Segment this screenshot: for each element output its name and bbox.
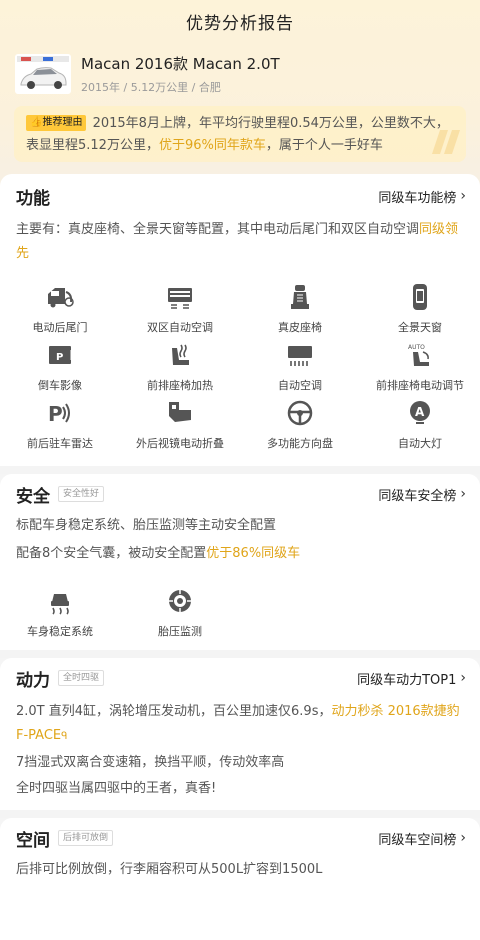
feature-label: 胎压监测	[158, 625, 202, 638]
recommend-reason: 👍推荐理由 2015年8月上牌，年平均行驶里程0.54万公里，公里数不大，表显里…	[14, 106, 466, 162]
feature-item[interactable]: 外后视镜电动折叠	[120, 398, 240, 456]
svg-text:AUTO: AUTO	[408, 344, 425, 351]
feature-label: 自动空调	[278, 379, 322, 392]
power-line2: 7挡湿式双离合变速箱，换挡平顺，传动效率高	[16, 755, 285, 770]
feature-label: 自动大灯	[398, 437, 442, 450]
safety-desc: 标配车身稳定系统、胎压监测等主动安全配置 配备8个安全气囊，被动安全配置优于86…	[16, 514, 464, 566]
feature-item[interactable]: P 倒车影像	[0, 340, 120, 398]
feature-item[interactable]: 全景天窗	[360, 282, 480, 340]
function-card: 功能 同级车功能榜 › 主要有：真皮座椅、全景天窗等配置，其中电动后尾门和双区自动…	[0, 174, 480, 466]
mirror-fold-icon	[169, 402, 191, 422]
feature-item[interactable]: 胎压监测	[120, 586, 240, 644]
function-rank-label: 同级车功能榜	[378, 190, 457, 206]
page-title: 优势分析报告	[186, 13, 294, 34]
power-desc: 2.0T 直列4缸，涡轮增压发动机，百公里加速仅6.9s，动力秒杀 2016款捷…	[16, 700, 464, 801]
decoration-icon	[432, 130, 460, 154]
steering-wheel-icon	[287, 400, 313, 426]
auto-ac-icon	[288, 346, 312, 366]
feature-label: 电动后尾门	[32, 321, 88, 334]
feature-label: 双区自动空调	[147, 321, 213, 334]
power-seat-icon: AUTO	[408, 344, 429, 366]
feature-item[interactable]: P 前后驻车雷达	[0, 398, 120, 456]
search-icon[interactable]: ᑫ	[61, 731, 67, 742]
reverse-camera-icon: P	[49, 346, 72, 364]
car-meta: 2015年 / 5.12万公里 / 合肥	[81, 81, 221, 94]
function-desc-text: 主要有：真皮座椅、全景天窗等配置，其中电动后尾门和双区自动空调	[16, 222, 420, 237]
power-card: 动力 全时四驱 同级车动力TOP1 › 2.0T 直列4缸，涡轮增压发动机，百公里…	[0, 658, 480, 810]
svg-text:A: A	[415, 405, 425, 419]
feature-label: 前排座椅电动调节	[376, 379, 464, 392]
feature-label: 真皮座椅	[278, 321, 322, 334]
feature-item[interactable]: 前排座椅加热	[120, 340, 240, 398]
power-line1: 2.0T 直列4缸，涡轮增压发动机，百公里加速仅6.9s，	[16, 704, 332, 719]
section-divider	[0, 650, 480, 658]
feature-label: 前后驻车雷达	[27, 437, 93, 450]
power-tag: 全时四驱	[58, 670, 105, 686]
car-name: Macan 2016款 Macan 2.0T	[81, 55, 280, 73]
auto-headlight-icon: A	[410, 401, 430, 424]
safety-line2: 配备8个安全气囊，被动安全配置	[16, 546, 207, 561]
leather-seat-icon	[291, 285, 309, 309]
section-divider	[0, 466, 480, 474]
power-rank-link[interactable]: 同级车动力TOP1 ›	[357, 669, 466, 688]
chevron-right-icon: ›	[460, 188, 466, 204]
feature-item[interactable]: 自动空调	[240, 340, 360, 398]
safety-feature-grid: 车身稳定系统 胎压监测	[0, 586, 480, 644]
feature-label: 倒车影像	[38, 379, 82, 392]
app-header: 优势分析报告	[0, 0, 480, 42]
section-divider	[0, 810, 480, 818]
safety-tag: 安全性好	[58, 486, 105, 502]
function-feature-grid: 电动后尾门 双区自动空调 真皮座椅 全景天窗 P 倒车影像 前排座椅加热 自动空…	[0, 282, 480, 456]
power-line3: 全时四驱当属四驱中的王者，真香!	[16, 781, 217, 796]
power-tailgate-icon	[48, 288, 74, 308]
safety-rank-label: 同级车安全榜	[378, 488, 457, 504]
power-rank-label: 同级车动力TOP1	[357, 672, 457, 688]
reason-highlight: 优于96%同年款车	[158, 138, 266, 153]
dual-zone-ac-icon	[168, 288, 192, 309]
safety-rank-link[interactable]: 同级车安全榜 ›	[378, 485, 466, 504]
function-desc: 主要有：真皮座椅、全景天窗等配置，其中电动后尾门和双区自动空调同级领先	[16, 218, 464, 266]
space-line1: 后排可比例放倒，行李厢容积可从500L扩容到1500L	[16, 862, 323, 877]
tire-pressure-icon	[169, 590, 191, 612]
parking-radar-icon: P	[48, 402, 70, 426]
space-rank-link[interactable]: 同级车空间榜 ›	[378, 829, 466, 848]
safety-line1: 标配车身稳定系统、胎压监测等主动安全配置	[16, 518, 277, 533]
reason-badge-label: 推荐理由	[42, 117, 83, 128]
svg-text:P: P	[56, 352, 63, 363]
stability-control-icon	[51, 594, 69, 615]
svg-text:P: P	[48, 402, 63, 426]
chevron-right-icon: ›	[460, 670, 466, 686]
reason-badge: 👍推荐理由	[26, 115, 87, 131]
safety-card: 安全 安全性好 同级车安全榜 › 标配车身稳定系统、胎压监测等主动安全配置 配备8…	[0, 474, 480, 650]
feature-item[interactable]: 真皮座椅	[240, 282, 360, 340]
feature-label: 外后视镜电动折叠	[136, 437, 224, 450]
feature-item[interactable]: 双区自动空调	[120, 282, 240, 340]
feature-label: 前排座椅加热	[147, 379, 213, 392]
function-rank-link[interactable]: 同级车功能榜 ›	[378, 187, 466, 206]
space-card: 空间 后排可放倒 同级车空间榜 › 后排可比例放倒，行李厢容积可从500L扩容到1…	[0, 818, 480, 940]
space-title: 空间	[16, 830, 50, 851]
feature-label: 多功能方向盘	[267, 437, 333, 450]
space-tag: 后排可放倒	[58, 830, 114, 846]
chevron-right-icon: ›	[460, 830, 466, 846]
car-thumbnail	[15, 54, 71, 94]
feature-item[interactable]: 电动后尾门	[0, 282, 120, 340]
feature-item[interactable]: AUTO 前排座椅电动调节	[360, 340, 480, 398]
feature-label: 车身稳定系统	[27, 625, 93, 638]
reason-text-b: ，属于个人一手好车	[265, 138, 383, 153]
space-desc: 后排可比例放倒，行李厢容积可从500L扩容到1500L	[16, 858, 464, 882]
feature-item[interactable]: 车身稳定系统	[0, 586, 120, 644]
car-summary[interactable]: Macan 2016款 Macan 2.0T 2015年 / 5.12万公里 /…	[15, 52, 465, 96]
power-title: 动力	[16, 670, 50, 691]
feature-item[interactable]: 多功能方向盘	[240, 398, 360, 456]
chevron-right-icon: ›	[460, 486, 466, 502]
space-rank-label: 同级车空间榜	[378, 832, 457, 848]
feature-label: 全景天窗	[398, 321, 442, 334]
safety-highlight: 优于86%同级车	[206, 546, 301, 561]
safety-title: 安全	[16, 486, 50, 507]
panoramic-sunroof-icon	[413, 284, 427, 310]
function-title: 功能	[16, 188, 50, 209]
seat-heating-icon	[172, 344, 189, 365]
feature-item[interactable]: A 自动大灯	[360, 398, 480, 456]
